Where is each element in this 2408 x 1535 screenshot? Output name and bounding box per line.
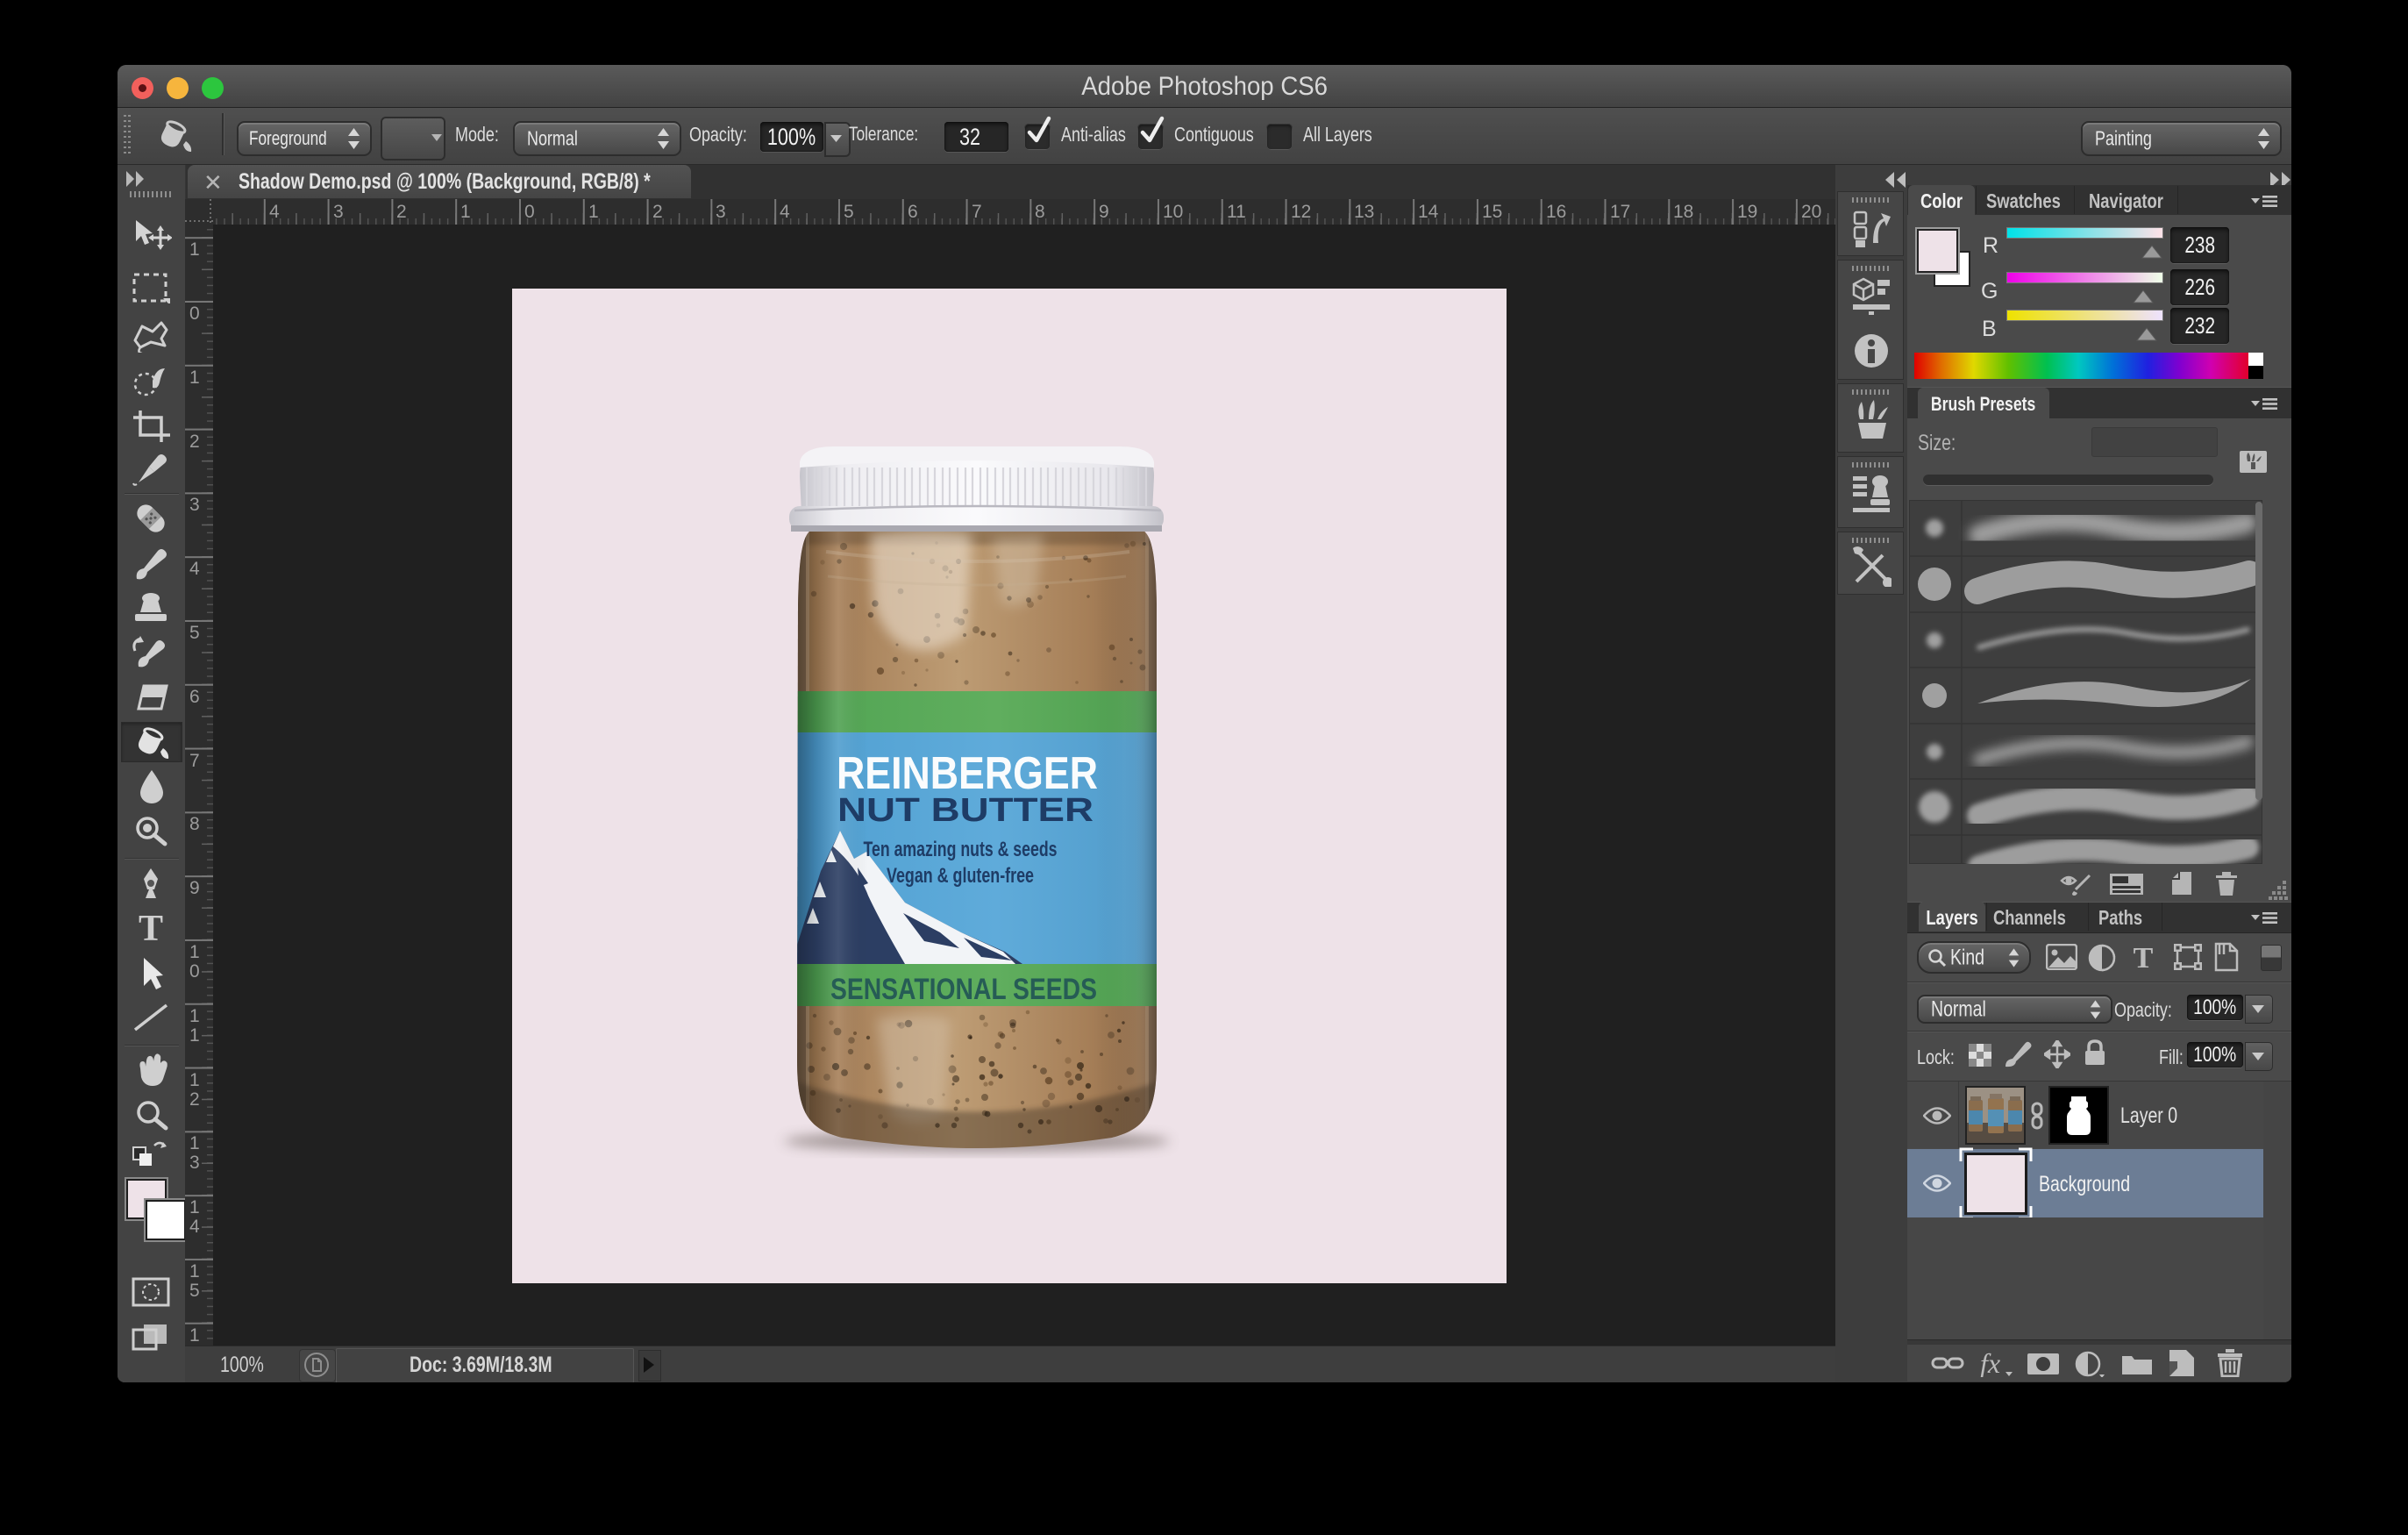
svg-text:SENSATIONAL SEEDS: SENSATIONAL SEEDS [830, 973, 1097, 1006]
svg-text:Vegan & gluten-free: Vegan & gluten-free [887, 864, 1034, 888]
svg-text:fx: fx [1980, 1351, 2000, 1377]
svg-text:T: T [139, 910, 163, 946]
svg-text:NUT BUTTER: NUT BUTTER [837, 792, 1094, 829]
svg-text:Ten amazing nuts & seeds: Ten amazing nuts & seeds [864, 838, 1058, 861]
svg-text:T: T [2134, 944, 2154, 970]
